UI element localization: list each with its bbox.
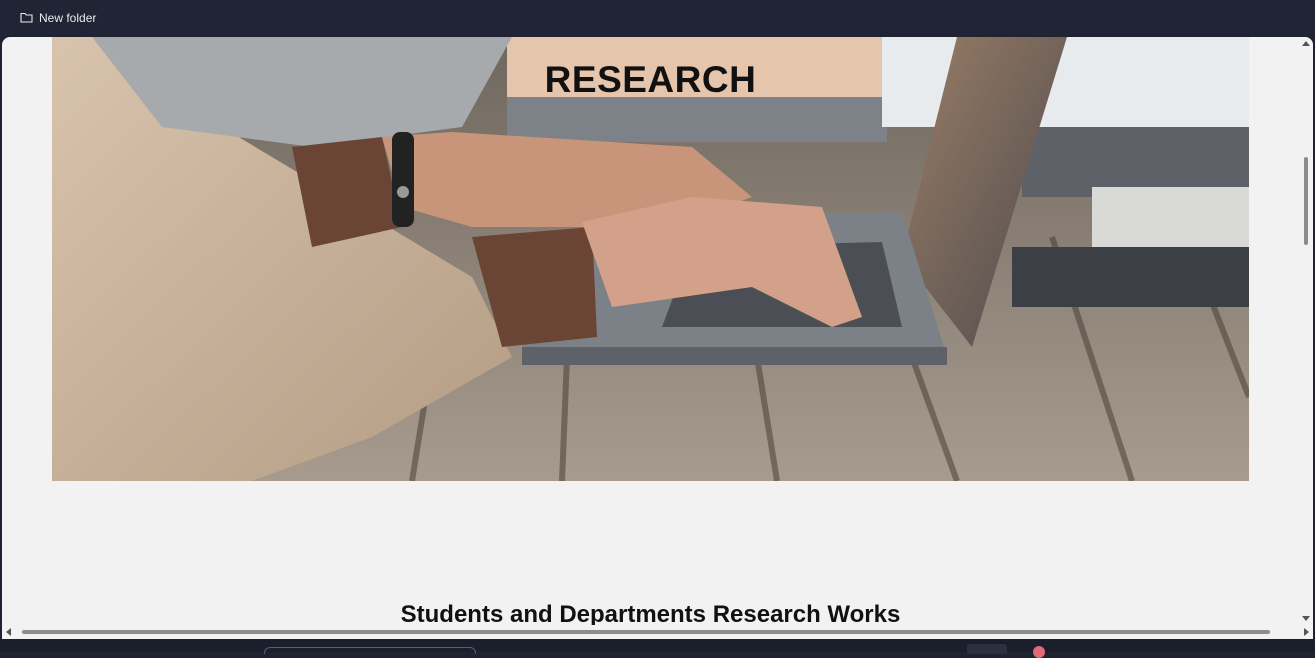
horizontal-scrollbar-thumb[interactable] [22, 630, 1270, 634]
page-viewport: RESEARCH Students and Departments Resear… [2, 37, 1313, 639]
scroll-right-icon[interactable] [1304, 628, 1309, 636]
folder-icon [20, 12, 33, 23]
scrollbar-thumb[interactable] [1304, 157, 1308, 245]
hero-banner: RESEARCH [52, 37, 1249, 481]
bookmarks-bar: New folder [0, 0, 1315, 35]
scroll-down-icon[interactable] [1302, 616, 1310, 621]
horizontal-scrollbar[interactable] [2, 625, 1313, 639]
bookmark-new-folder[interactable]: New folder [18, 6, 98, 30]
hero-image [52, 37, 1249, 481]
hero-title: RESEARCH [544, 59, 757, 100]
taskbar-app-icon[interactable] [1033, 646, 1045, 658]
vertical-scrollbar[interactable] [1299, 37, 1313, 625]
taskbar-search-box[interactable] [264, 647, 476, 654]
taskbar-app-button[interactable] [967, 644, 1007, 654]
scroll-up-icon[interactable] [1302, 41, 1310, 46]
bookmark-label: New folder [39, 10, 97, 25]
scroll-left-icon[interactable] [6, 628, 11, 636]
taskbar [0, 639, 1315, 658]
